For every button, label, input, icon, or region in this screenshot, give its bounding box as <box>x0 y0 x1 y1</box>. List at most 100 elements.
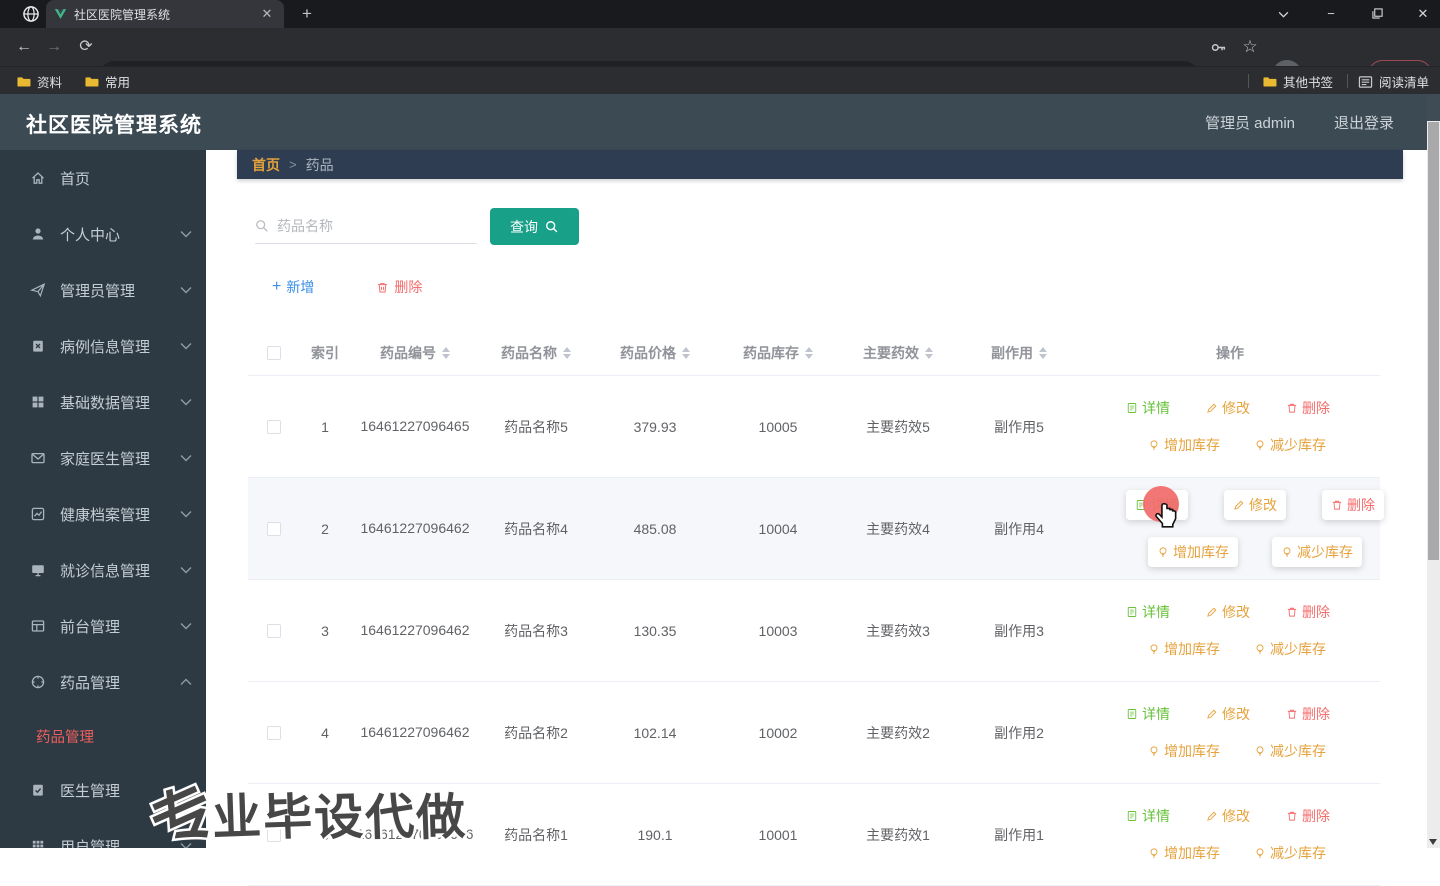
sidebar-subitem-drug-mgmt-active[interactable]: 药品管理 <box>0 710 206 762</box>
decrease-stock-button[interactable]: 减少库存 <box>1254 741 1326 761</box>
new-tab-button[interactable]: + <box>296 3 318 25</box>
tab-search-chevron-icon[interactable] <box>1266 0 1300 28</box>
sidebar-item-home[interactable]: 首页 <box>0 150 206 206</box>
delete-row-button[interactable]: 删除 <box>1286 398 1330 418</box>
window-close-button[interactable]: ✕ <box>1406 0 1440 28</box>
col-header-price[interactable]: 药品价格 <box>592 343 718 363</box>
sidebar-item-visit-info[interactable]: 就诊信息管理 <box>0 542 206 598</box>
sort-icon[interactable] <box>925 347 933 359</box>
detail-button[interactable]: 详情 <box>1126 398 1170 418</box>
row-checkbox[interactable] <box>267 623 281 638</box>
reading-list[interactable]: 阅读清单 <box>1358 72 1429 91</box>
delete-button[interactable]: 删除 <box>376 277 422 297</box>
edit-button[interactable]: 修改 <box>1206 602 1250 622</box>
sidebar-item-profile[interactable]: 个人中心 <box>0 206 206 262</box>
detail-button[interactable]: 详情 <box>1126 602 1170 622</box>
chevron-down-icon <box>180 623 192 630</box>
sort-icon[interactable] <box>563 347 571 359</box>
document-icon <box>1127 709 1137 719</box>
trash-icon <box>1332 500 1342 510</box>
window-maximize-button[interactable] <box>1360 0 1394 28</box>
bookmark-folder-2[interactable]: 常用 <box>84 72 130 91</box>
bookmark-star-icon[interactable]: ☆ <box>1238 35 1262 59</box>
app-title: 社区医院管理系统 <box>26 114 202 137</box>
decrease-stock-button[interactable]: 减少库存 <box>1272 537 1362 567</box>
delete-row-button[interactable]: 删除 <box>1322 490 1384 520</box>
document-icon <box>1127 607 1137 617</box>
row-checkbox[interactable] <box>267 521 281 536</box>
detail-button[interactable]: 详情 <box>1126 704 1170 724</box>
bookmark-label: 常用 <box>105 76 131 90</box>
breadcrumb-home-link[interactable]: 首页 <box>252 155 280 175</box>
sort-icon[interactable] <box>1039 347 1047 359</box>
col-header-index: 索引 <box>311 345 339 361</box>
increase-stock-button[interactable]: 增加库存 <box>1148 741 1220 761</box>
sidebar-item-frontdesk[interactable]: 前台管理 <box>0 598 206 654</box>
sort-icon[interactable] <box>442 347 450 359</box>
bookmark-folder-1[interactable]: 资料 <box>16 72 62 91</box>
sidebar-item-case-info[interactable]: 病例信息管理 <box>0 318 206 374</box>
scrollbar[interactable] <box>1427 94 1440 848</box>
browser-tab[interactable]: 社区医院管理系统 ✕ <box>46 0 284 28</box>
col-header-effect[interactable]: 主要药效 <box>838 343 958 363</box>
bookmarks-bar: 资料 常用 其他书签 阅读清单 <box>0 66 1440 94</box>
increase-stock-button[interactable]: 增加库存 <box>1148 435 1220 455</box>
pencil-icon <box>1207 709 1217 719</box>
search-input[interactable] <box>277 217 462 234</box>
query-button[interactable]: 查询 <box>490 208 579 245</box>
reading-list-label: 阅读清单 <box>1379 76 1430 90</box>
decrease-stock-button[interactable]: 减少库存 <box>1254 843 1326 863</box>
bulb-icon <box>1256 644 1264 654</box>
decrease-stock-button[interactable]: 减少库存 <box>1254 639 1326 659</box>
delete-row-button[interactable]: 删除 <box>1286 806 1330 826</box>
forward-icon[interactable]: → <box>42 35 66 59</box>
scrollbar-down-arrow-icon[interactable] <box>1429 839 1437 845</box>
sort-icon[interactable] <box>805 347 813 359</box>
decrease-stock-button[interactable]: 减少库存 <box>1254 435 1326 455</box>
password-key-icon[interactable] <box>1206 35 1230 59</box>
edit-button[interactable]: 修改 <box>1206 704 1250 724</box>
sidebar-item-drug-mgmt[interactable]: 药品管理 <box>0 654 206 710</box>
select-all-checkbox[interactable] <box>267 346 281 360</box>
sidebar-item-family-doctor[interactable]: 家庭医生管理 <box>0 430 206 486</box>
edit-button[interactable]: 修改 <box>1206 806 1250 826</box>
window-minimize-button[interactable]: − <box>1314 0 1348 28</box>
bulb-icon <box>1256 440 1264 450</box>
reading-list-icon <box>1358 75 1373 88</box>
edit-button[interactable]: 修改 <box>1206 398 1250 418</box>
row-checkbox[interactable] <box>267 419 281 434</box>
edit-button[interactable]: 修改 <box>1224 490 1286 520</box>
user-icon <box>32 228 44 240</box>
increase-stock-button[interactable]: 增加库存 <box>1148 639 1220 659</box>
increase-stock-button[interactable]: 增加库存 <box>1148 843 1220 863</box>
col-header-name[interactable]: 药品名称 <box>480 343 592 363</box>
sidebar-item-base-data[interactable]: 基础数据管理 <box>0 374 206 430</box>
increase-stock-button[interactable]: 增加库存 <box>1148 537 1238 567</box>
row-checkbox[interactable] <box>267 725 281 740</box>
delete-row-button[interactable]: 删除 <box>1286 602 1330 622</box>
add-button[interactable]: + 新增 <box>272 277 314 297</box>
reload-icon[interactable]: ⟳ <box>74 35 98 59</box>
col-header-code[interactable]: 药品编号 <box>350 343 480 363</box>
col-header-stock[interactable]: 药品库存 <box>718 343 838 363</box>
chevron-down-icon <box>180 399 192 406</box>
col-header-side[interactable]: 副作用 <box>958 343 1080 363</box>
drug-name-search-field[interactable] <box>255 208 477 244</box>
other-bookmarks[interactable]: 其他书签 <box>1262 72 1333 91</box>
detail-button[interactable]: 详情 <box>1126 806 1170 826</box>
sidebar-item-health-records[interactable]: 健康档案管理 <box>0 486 206 542</box>
logout-link[interactable]: 退出登录 <box>1334 112 1394 133</box>
folder-icon <box>1263 77 1277 87</box>
tab-close-icon[interactable]: ✕ <box>258 6 276 22</box>
chevron-down-icon <box>180 231 192 238</box>
back-icon[interactable]: ← <box>12 35 36 59</box>
sidebar-item-admin-mgmt[interactable]: 管理员管理 <box>0 262 206 318</box>
trash-icon <box>1287 709 1297 719</box>
scrollbar-thumb[interactable] <box>1428 122 1439 560</box>
delete-row-button[interactable]: 删除 <box>1286 704 1330 724</box>
trash-icon <box>378 282 388 292</box>
trash-icon <box>1287 607 1297 617</box>
chevron-down-icon <box>180 567 192 574</box>
breadcrumb: 首页 > 药品 <box>237 150 1403 179</box>
sort-icon[interactable] <box>682 347 690 359</box>
